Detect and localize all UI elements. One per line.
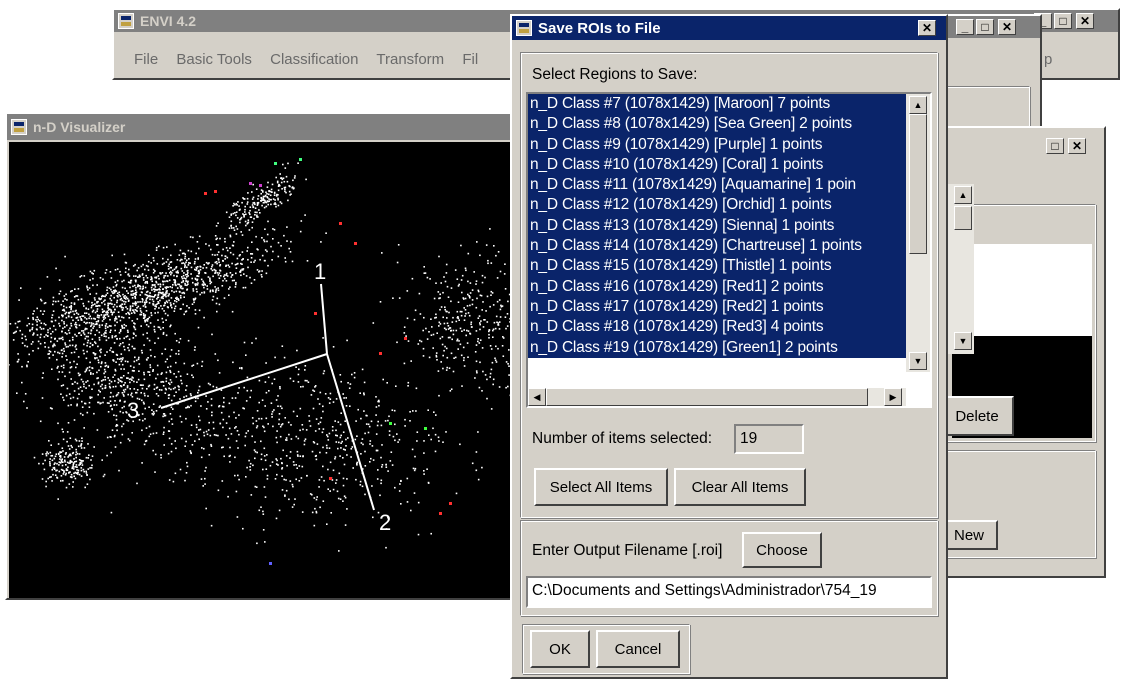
axis-label-3: 3: [127, 398, 139, 423]
visualizer-app-icon: [11, 119, 27, 135]
region-list-item[interactable]: n_D Class #7 (1078x1429) [Maroon] 7 poin…: [528, 94, 906, 115]
menu-file[interactable]: File: [134, 51, 158, 68]
menu-classification[interactable]: Classification: [270, 51, 358, 68]
region-list-item[interactable]: n_D Class #12 (1078x1429) [Orchid] 1 poi…: [528, 195, 906, 216]
scroll-left-icon[interactable]: ◀: [528, 388, 546, 406]
region-list-item[interactable]: n_D Class #17 (1078x1429) [Red2] 1 point…: [528, 296, 906, 318]
scroll-down-icon[interactable]: ▼: [954, 332, 972, 350]
nd-visualizer-title: n-D Visualizer: [33, 119, 126, 135]
region-list-item[interactable]: n_D Class #10 (1078x1429) [Coral] 1 poin…: [528, 154, 906, 176]
roi-tool-titlebar[interactable]: _ □ ✕: [942, 16, 1040, 38]
roi-list-window: □ ✕ ▲ ▼ Delete New: [940, 126, 1106, 578]
close-icon[interactable]: ✕: [1068, 138, 1086, 154]
regions-listbox[interactable]: n_D Class #7 (1078x1429) [Maroon] 7 poin…: [526, 92, 932, 408]
menu-help[interactable]: p: [1044, 51, 1052, 68]
region-list-item[interactable]: n_D Class #14 (1078x1429) [Chartreuse] 1…: [528, 236, 906, 257]
region-list-item[interactable]: n_D Class #13 (1078x1429) [Sienna] 1 poi…: [528, 215, 906, 237]
maximize-icon[interactable]: □: [1046, 138, 1064, 154]
save-rois-dialog: Save ROIs to File ✕ Select Regions to Sa…: [510, 14, 948, 679]
maximize-icon[interactable]: □: [976, 19, 994, 35]
region-list-item[interactable]: n_D Class #16 (1078x1429) [Red1] 2 point…: [528, 276, 906, 297]
ok-button[interactable]: OK: [530, 630, 590, 668]
clear-all-button[interactable]: Clear All Items: [674, 468, 806, 506]
scroll-thumb[interactable]: [909, 114, 927, 254]
axis-label-1: 1: [314, 259, 326, 284]
dialog-titlebar[interactable]: Save ROIs to File ✕: [512, 16, 946, 40]
filename-label: Enter Output Filename [.roi]: [532, 542, 723, 559]
regions-label: Select Regions to Save:: [532, 66, 698, 83]
choose-button[interactable]: Choose: [742, 532, 822, 568]
maximize-icon[interactable]: □: [1054, 13, 1072, 29]
close-icon[interactable]: ✕: [918, 20, 936, 36]
region-list-item[interactable]: n_D Class #9 (1078x1429) [Purple] 1 poin…: [528, 134, 906, 155]
close-icon[interactable]: ✕: [1076, 13, 1094, 29]
scroll-up-icon[interactable]: ▲: [909, 96, 927, 114]
scroll-hthumb[interactable]: [546, 388, 868, 406]
dialog-app-icon: [516, 20, 532, 36]
delete-button[interactable]: Delete: [940, 396, 1014, 436]
nd-visualizer-titlebar[interactable]: n-D Visualizer: [7, 114, 563, 140]
scroll-up-icon[interactable]: ▲: [954, 186, 972, 204]
region-list-item[interactable]: n_D Class #11 (1078x1429) [Aquamarine] 1…: [528, 175, 906, 196]
cancel-button[interactable]: Cancel: [596, 630, 680, 668]
nd-visualizer-window: n-D Visualizer 1 2 3: [5, 112, 565, 600]
selected-count-field: 19: [734, 424, 804, 454]
envi-app-icon: [118, 13, 134, 29]
region-list-item[interactable]: n_D Class #8 (1078x1429) [Sea Green] 2 p…: [528, 114, 906, 135]
menu-basic-tools[interactable]: Basic Tools: [176, 51, 252, 68]
selected-count-label: Number of items selected:: [532, 430, 713, 447]
envi-title: ENVI 4.2: [140, 13, 197, 29]
new-button[interactable]: New: [940, 520, 998, 550]
select-all-button[interactable]: Select All Items: [534, 468, 668, 506]
region-list-item[interactable]: n_D Class #18 (1078x1429) [Red3] 4 point…: [528, 317, 906, 338]
menu-filter[interactable]: Fil: [462, 51, 478, 68]
scroll-right-icon[interactable]: ▶: [884, 388, 902, 406]
region-list-item[interactable]: n_D Class #19 (1078x1429) [Green1] 2 poi…: [528, 337, 906, 358]
regions-list: n_D Class #7 (1078x1429) [Maroon] 7 poin…: [528, 94, 906, 372]
scatter-plot[interactable]: 1 2 3: [9, 142, 565, 598]
menu-transform[interactable]: Transform: [376, 51, 444, 68]
minimize-icon[interactable]: _: [956, 19, 974, 35]
scatter-canvas: 1 2 3: [9, 158, 565, 565]
envi-menubar: File Basic Tools Classification Transfor…: [134, 51, 492, 68]
dialog-title: Save ROIs to File: [538, 19, 661, 37]
region-list-item[interactable]: n_D Class #15 (1078x1429) [Thistle] 1 po…: [528, 256, 906, 277]
axis-label-2: 2: [379, 510, 391, 535]
close-icon[interactable]: ✕: [998, 19, 1016, 35]
filename-input[interactable]: C:\Documents and Settings\Administrador\…: [526, 576, 932, 608]
scroll-thumb[interactable]: [954, 206, 972, 230]
scroll-down-icon[interactable]: ▼: [909, 352, 927, 370]
